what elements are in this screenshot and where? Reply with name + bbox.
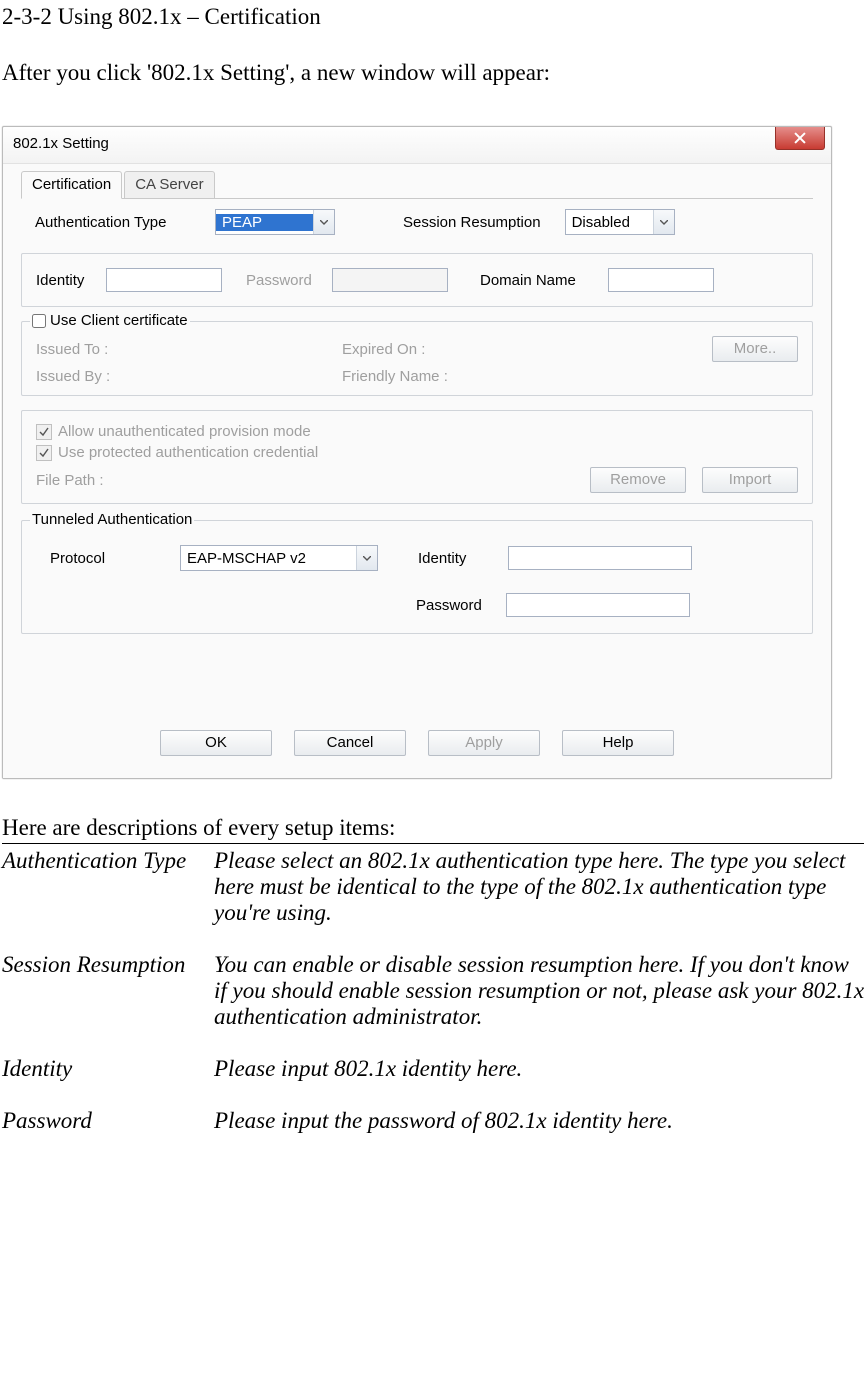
- allow-unauth-checkbox: [36, 424, 52, 440]
- tab-certification[interactable]: Certification: [21, 171, 122, 199]
- more-button: More..: [712, 336, 798, 362]
- session-resumption-select[interactable]: Disabled: [565, 209, 675, 235]
- auth-type-label: Authentication Type: [21, 214, 205, 231]
- desc-label: Password: [2, 1108, 214, 1134]
- identity-input[interactable]: [106, 268, 222, 292]
- tunnel-identity-label: Identity: [418, 550, 498, 567]
- apply-button: Apply: [428, 730, 540, 756]
- desc-text: Please input the password of 802.1x iden…: [214, 1108, 864, 1134]
- desc-text: You can enable or disable session resump…: [214, 952, 864, 1056]
- tabstrip: Certification CA Server: [21, 170, 813, 199]
- chevron-down-icon: [653, 210, 674, 234]
- password-input: [332, 268, 448, 292]
- domain-name-label: Domain Name: [480, 272, 576, 289]
- tunneled-auth-legend: Tunneled Authentication: [30, 511, 194, 528]
- followup-text: Here are descriptions of every setup ite…: [2, 815, 864, 844]
- tab-ca-server[interactable]: CA Server: [124, 171, 214, 199]
- protocol-value: EAP-MSCHAP v2: [181, 550, 356, 567]
- desc-label: Session Resumption: [2, 952, 214, 1056]
- file-path-label: File Path :: [36, 472, 584, 489]
- close-icon: [794, 132, 806, 144]
- remove-button: Remove: [590, 467, 686, 493]
- tunnel-password-label: Password: [416, 597, 496, 614]
- tunnel-password-input[interactable]: [506, 593, 690, 617]
- section-heading: 2-3-2 Using 802.1x – Certification: [2, 4, 864, 30]
- chevron-down-icon: [356, 546, 377, 570]
- dialog-8021x-setting: 802.1x Setting Certification CA Server A…: [2, 126, 832, 779]
- desc-label: Identity: [2, 1056, 214, 1108]
- window-close-button[interactable]: [775, 127, 825, 150]
- use-client-cert-checkbox[interactable]: [32, 314, 46, 328]
- session-resumption-value: Disabled: [566, 214, 653, 231]
- desc-text: Please select an 802.1x authentication t…: [214, 848, 864, 952]
- friendly-name-label: Friendly Name :: [342, 368, 448, 385]
- expired-on-label: Expired On :: [342, 341, 562, 358]
- use-client-cert-label: Use Client certificate: [50, 312, 188, 329]
- import-button: Import: [702, 467, 798, 493]
- chevron-down-icon: [313, 210, 334, 234]
- desc-label: Authentication Type: [2, 848, 214, 952]
- tunnel-identity-input[interactable]: [508, 546, 692, 570]
- identity-label: Identity: [36, 272, 98, 289]
- allow-unauth-label: Allow unauthenticated provision mode: [58, 423, 311, 440]
- descriptions-table: Authentication Type Please select an 802…: [2, 848, 864, 1134]
- use-pac-checkbox: [36, 445, 52, 461]
- window-title: 802.1x Setting: [13, 135, 109, 152]
- auth-type-value: PEAP: [216, 214, 313, 231]
- help-button[interactable]: Help: [562, 730, 674, 756]
- issued-by-label: Issued By :: [36, 368, 336, 385]
- desc-text: Please input 802.1x identity here.: [214, 1056, 864, 1108]
- session-resumption-label: Session Resumption: [403, 214, 541, 231]
- auth-type-select[interactable]: PEAP: [215, 209, 335, 235]
- issued-to-label: Issued To :: [36, 341, 336, 358]
- domain-name-input[interactable]: [608, 268, 714, 292]
- password-label: Password: [246, 272, 324, 289]
- cancel-button[interactable]: Cancel: [294, 730, 406, 756]
- protocol-label: Protocol: [36, 550, 170, 567]
- protocol-select[interactable]: EAP-MSCHAP v2: [180, 545, 378, 571]
- ok-button[interactable]: OK: [160, 730, 272, 756]
- use-client-cert-legend[interactable]: Use Client certificate: [30, 312, 190, 329]
- intro-text: After you click '802.1x Setting', a new …: [2, 60, 864, 86]
- use-pac-label: Use protected authentication credential: [58, 444, 318, 461]
- titlebar: 802.1x Setting: [3, 127, 831, 164]
